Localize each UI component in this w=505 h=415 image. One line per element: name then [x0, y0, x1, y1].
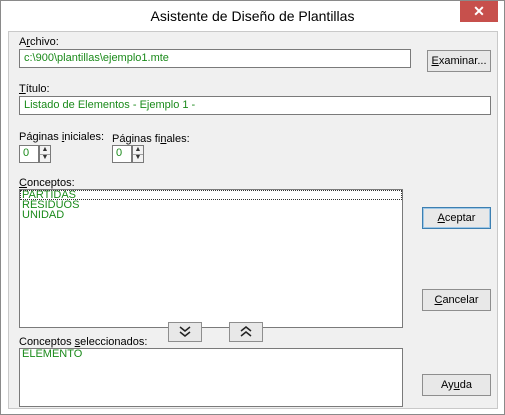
paginas-iniciales-label: Páginas iniciales: — [19, 131, 105, 143]
paginas-finales-label: Páginas finales: — [112, 133, 190, 145]
spin-down-icon[interactable]: ▼ — [40, 154, 50, 162]
ayuda-button[interactable]: Ayuda — [422, 374, 491, 396]
paginas-iniciales-input[interactable]: 0 — [19, 145, 39, 163]
aceptar-button[interactable]: Aceptar — [422, 207, 491, 229]
examinar-button[interactable]: Examinar... — [427, 50, 491, 72]
list-item[interactable]: ELEMENTO — [20, 349, 402, 360]
dialog-window: Asistente de Diseño de Plantillas ✕ Arch… — [0, 0, 505, 415]
move-down-button[interactable] — [168, 322, 202, 342]
double-chevron-down-icon — [179, 326, 191, 337]
close-button[interactable]: ✕ — [460, 1, 498, 22]
paginas-finales-input[interactable]: 0 — [112, 145, 132, 163]
conceptos-seleccionados-listbox[interactable]: ELEMENTO — [19, 348, 403, 407]
close-icon: ✕ — [473, 3, 485, 19]
list-item[interactable]: RESIDUOS — [20, 200, 402, 211]
conceptos-seleccionados-label: Conceptos seleccionados: — [19, 336, 148, 348]
spin-down-icon[interactable]: ▼ — [133, 154, 143, 162]
paginas-finales-spinner[interactable]: ▲ ▼ — [132, 145, 144, 163]
title-bar[interactable]: Asistente de Diseño de Plantillas ✕ — [1, 1, 504, 31]
conceptos-label: Conceptos: — [19, 177, 75, 189]
titulo-input[interactable]: Listado de Elementos - Ejemplo 1 - — [19, 96, 491, 115]
conceptos-listbox[interactable]: PARTIDAS RESIDUOS UNIDAD — [19, 189, 403, 328]
double-chevron-up-icon — [240, 326, 252, 337]
window-title: Asistente de Diseño de Plantillas — [150, 8, 355, 24]
dialog-client-area: Archivo: c:\900\plantillas\ejemplo1.mte … — [8, 31, 498, 409]
move-up-button[interactable] — [229, 322, 263, 342]
archivo-input[interactable]: c:\900\plantillas\ejemplo1.mte — [19, 49, 411, 68]
cancelar-button[interactable]: Cancelar — [422, 289, 491, 311]
list-item[interactable]: UNIDAD — [20, 210, 402, 221]
paginas-iniciales-spinner[interactable]: ▲ ▼ — [39, 145, 51, 163]
titulo-label: Título: — [19, 83, 50, 95]
archivo-label: Archivo: — [19, 36, 59, 48]
